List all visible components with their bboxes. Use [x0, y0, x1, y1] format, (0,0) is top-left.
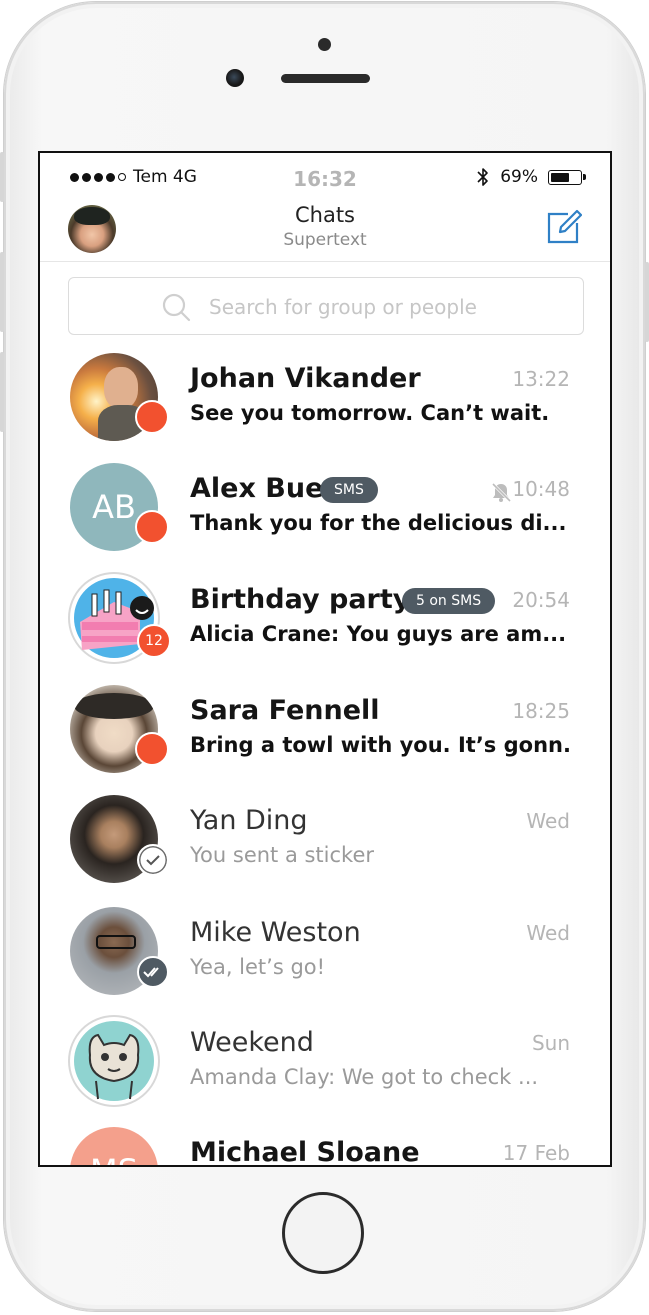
status-bar: Tem 4G 16:32 69%: [40, 153, 610, 199]
battery-level: [551, 172, 569, 182]
unread-badge: [135, 510, 169, 544]
page-title: Chats: [294, 203, 356, 227]
earpiece-speaker: [281, 74, 370, 83]
volume-up-button: [0, 252, 4, 332]
chat-time: 10:48: [512, 477, 570, 501]
sent-status-icon: [137, 844, 169, 876]
search-icon: [162, 293, 191, 322]
chat-name: Weekend: [190, 1027, 314, 1058]
cat-sticker-icon: [74, 1021, 154, 1101]
search-input[interactable]: [207, 288, 571, 326]
chat-message: See you tomorrow. Can’t wait.: [190, 401, 550, 425]
power-button: [645, 262, 649, 342]
compose-icon[interactable]: [546, 209, 582, 245]
unread-count-badge: 12: [137, 624, 171, 658]
unread-badge: [135, 732, 169, 766]
chat-time: 20:54: [512, 588, 570, 612]
sms-tag: 5 on SMS: [402, 588, 496, 614]
chat-row[interactable]: Weekend Sun Amanda Clay: We got to check…: [40, 1015, 610, 1128]
search-box[interactable]: [68, 277, 584, 335]
chat-row[interactable]: AB Alex Bue SMS 10:48 Thank you for the …: [40, 463, 610, 574]
chat-message: You sent a sticker: [190, 843, 375, 867]
bluetooth-icon: [477, 168, 489, 186]
front-camera: [226, 69, 244, 87]
volume-down-button: [0, 352, 4, 432]
avatar-initials: MS: [70, 1127, 158, 1165]
chat-message: Bring a towl with you. It’s gonn...: [190, 733, 570, 757]
chat-time: Wed: [526, 921, 570, 945]
chat-name: Johan Vikander: [190, 363, 421, 394]
avatar-hat: [74, 693, 154, 719]
chat-time: Sun: [531, 1031, 570, 1055]
chat-time: 17 Feb: [502, 1141, 570, 1165]
screen: Tem 4G 16:32 69% Chats Supertext Johan: [38, 151, 612, 1167]
chat-name: Mike Weston: [190, 917, 361, 948]
chat-name: Yan Ding: [190, 805, 308, 836]
battery-icon: [548, 169, 586, 185]
unread-badge: [135, 400, 169, 434]
chat-row[interactable]: Yan Ding Wed You sent a sticker: [40, 795, 610, 906]
avatar-glasses: [96, 935, 136, 949]
mute-switch: [0, 152, 4, 202]
proximity-sensor: [318, 38, 331, 51]
chat-message: Yea, let’s go!: [190, 955, 326, 979]
chat-name: Birthday party: [190, 584, 411, 615]
chat-time: Wed: [526, 809, 570, 833]
avatar: [68, 1015, 160, 1107]
home-button[interactable]: [282, 1192, 364, 1274]
navigation-bar: Chats Supertext: [40, 199, 610, 262]
page-subtitle: Supertext: [283, 230, 367, 250]
sms-tag: SMS: [320, 477, 378, 503]
chat-name: Michael Sloane: [190, 1137, 420, 1167]
chat-name: Sara Fennell: [190, 695, 380, 726]
chat-row[interactable]: 12 Birthday party 5 on SMS 20:54 Alicia …: [40, 572, 610, 685]
chat-name: Alex Bue: [190, 473, 324, 504]
chat-row[interactable]: Sara Fennell 18:25 Bring a towl with you…: [40, 685, 610, 796]
read-status-icon: [137, 956, 169, 988]
chat-time: 18:25: [512, 699, 570, 723]
chat-row[interactable]: MS Michael Sloane 17 Feb: [40, 1127, 610, 1167]
chat-row[interactable]: Mike Weston Wed Yea, let’s go!: [40, 907, 610, 1018]
chat-time: 13:22: [512, 367, 570, 391]
avatar-face: [104, 367, 138, 409]
chat-message: Amanda Clay: We got to check ...: [190, 1065, 539, 1089]
battery-percent: 69%: [500, 167, 538, 187]
chat-message: Thank you for the delicious di...: [190, 511, 567, 535]
chat-row[interactable]: Johan Vikander 13:22 See you tomorrow. C…: [40, 353, 610, 464]
muted-bell-icon: [491, 482, 512, 503]
chat-message: Alicia Crane: You guys are am...: [190, 622, 567, 646]
